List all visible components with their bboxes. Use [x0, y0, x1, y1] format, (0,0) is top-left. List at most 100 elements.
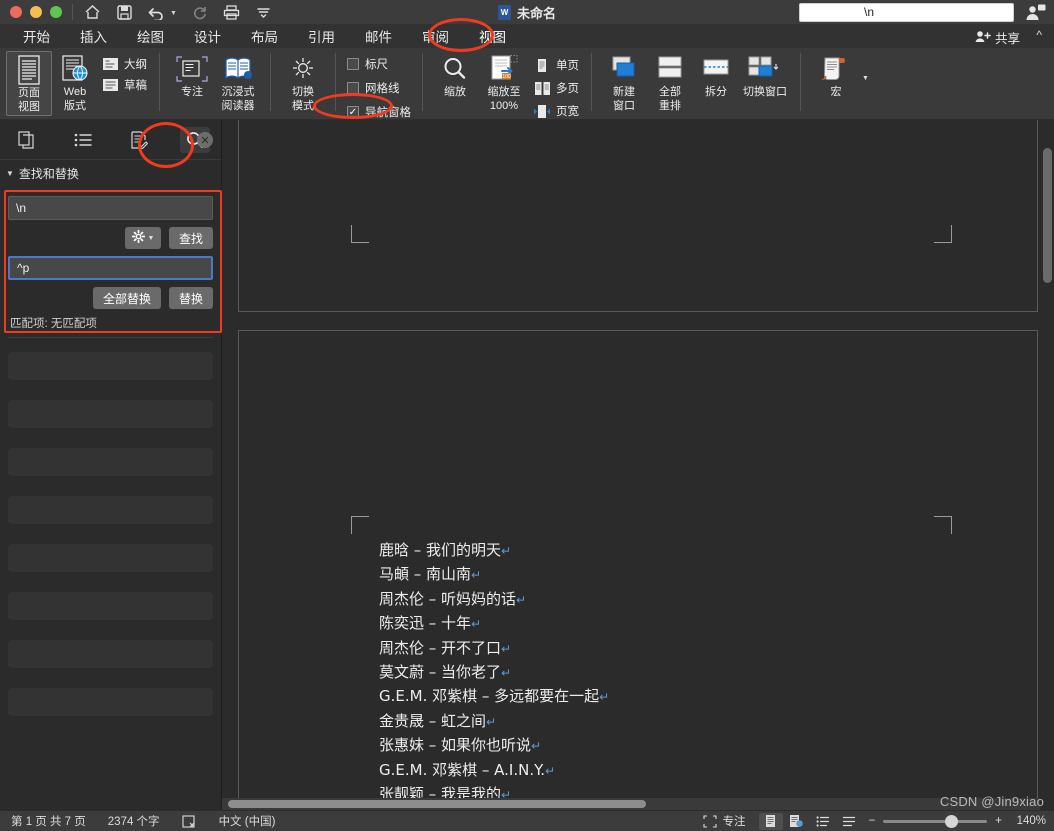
multi-page-button[interactable]: 多页 — [530, 79, 582, 97]
list-item[interactable] — [8, 544, 213, 572]
macro-label: 宏 — [830, 86, 842, 98]
close-icon[interactable]: ✕ — [197, 132, 213, 148]
find-replace-header[interactable]: ▼ 查找和替换 — [0, 160, 221, 186]
close-window-button[interactable] — [10, 6, 22, 18]
word-count[interactable]: 2374 个字 — [97, 813, 171, 829]
replace-all-button[interactable]: 全部替换 — [92, 287, 161, 309]
one-page-icon — [533, 57, 551, 73]
undo-icon[interactable] — [147, 3, 165, 21]
macro-button[interactable]: 宏 — [810, 51, 862, 101]
outline-view-button[interactable] — [811, 813, 835, 830]
tab-review[interactable]: 审阅 — [407, 24, 464, 48]
document-canvas[interactable]: 陈奕迅 – 等你爱我↵ 陈奕迅 – 淘汰↵ 周杰伦 – 简单爱↵ 陈奕迅 – 阴… — [222, 120, 1054, 810]
navigation-pane-checkbox[interactable]: ✓ 导航窗格 — [345, 103, 413, 121]
text-line: 周杰伦 – 开不了口↵ — [379, 638, 512, 657]
zoom-slider-knob[interactable] — [945, 814, 959, 828]
draft-button[interactable]: 草稿 — [98, 76, 150, 94]
list-item[interactable] — [8, 592, 213, 620]
macro-dropdown-caret[interactable]: ▼ — [862, 75, 869, 82]
replace-input[interactable]: ^p — [8, 256, 213, 280]
switch-mode-button[interactable]: 切换 模式 — [280, 51, 326, 114]
list-item[interactable] — [8, 496, 213, 524]
tab-insert[interactable]: 插入 — [65, 24, 122, 48]
undo-dropdown-caret[interactable]: ▼ — [170, 10, 177, 17]
vertical-scrollbar-thumb[interactable] — [1043, 148, 1052, 283]
margin-marker-bottom-right — [934, 225, 952, 243]
list-icon[interactable] — [68, 127, 98, 153]
vertical-scrollbar[interactable] — [1040, 120, 1054, 810]
tab-start[interactable]: 开始 — [8, 24, 65, 48]
customize-toolbar-icon[interactable] — [255, 3, 273, 21]
quick-access-toolbar: ▼ — [83, 3, 273, 21]
new-window-button[interactable]: 新建 窗口 — [601, 51, 647, 114]
replace-button[interactable]: 替换 — [168, 287, 213, 309]
list-item[interactable] — [8, 352, 213, 380]
horizontal-scrollbar[interactable] — [222, 798, 1040, 810]
minimize-window-button[interactable] — [30, 6, 42, 18]
ruler-checkbox[interactable]: 标尺 — [345, 55, 413, 73]
text-line: 陈奕迅 – 十年↵ — [379, 614, 482, 633]
share-button[interactable]: 共享 — [975, 28, 1020, 47]
word-app-icon: W — [497, 4, 511, 20]
print-layout-view-button[interactable] — [758, 812, 783, 830]
tab-draw[interactable]: 绘图 — [122, 24, 179, 48]
text-line: G.E.M. 邓紫棋 – A.I.N.Y.↵ — [379, 760, 556, 779]
zoom-out-button[interactable]: − — [863, 815, 882, 827]
document-page-1: 陈奕迅 – 等你爱我↵ 陈奕迅 – 淘汰↵ 周杰伦 – 简单爱↵ 陈奕迅 – 阴… — [238, 120, 1038, 312]
zoom-level[interactable]: 140% — [1010, 815, 1046, 827]
page-display-column: 单页 多页 页宽 — [530, 51, 582, 120]
print-icon[interactable] — [223, 3, 241, 21]
ribbon-group-macros: 宏 ▼ — [804, 48, 875, 120]
list-item[interactable] — [8, 400, 213, 428]
find-input[interactable]: \n — [8, 196, 213, 220]
zoom-slider[interactable] — [883, 814, 988, 828]
list-item[interactable] — [8, 640, 213, 668]
find-replace-title: 查找和替换 — [18, 167, 79, 181]
tab-view[interactable]: 视图 — [464, 24, 521, 48]
web-layout-button[interactable]: Web 版式 — [52, 51, 98, 114]
language-indicator[interactable]: 中文 (中国) — [208, 813, 287, 829]
watermark: CSDN @Jin9xiao — [939, 794, 1044, 809]
text-line: 莫文蔚 – 当你老了↵ — [379, 663, 512, 682]
find-button[interactable]: 查找 — [168, 227, 213, 249]
home-icon[interactable] — [83, 3, 101, 21]
list-item[interactable] — [8, 448, 213, 476]
document-edit-icon[interactable] — [124, 127, 154, 153]
zoom-in-button[interactable]: + — [989, 815, 1008, 827]
draft-view-button[interactable] — [837, 813, 861, 830]
horizontal-scrollbar-thumb[interactable] — [228, 800, 646, 808]
account-icon[interactable] — [1024, 4, 1046, 22]
focus-mode-button[interactable]: 专注 — [692, 813, 757, 829]
zoom-100-button[interactable]: 100 缩放至 100% — [478, 51, 530, 114]
new-window-icon — [609, 53, 639, 85]
list-item[interactable] — [8, 688, 213, 716]
maximize-window-button[interactable] — [50, 6, 62, 18]
divider — [591, 53, 592, 111]
print-layout-button[interactable]: 页面 视图 — [6, 51, 52, 116]
arrange-all-button[interactable]: 全部 重排 — [647, 51, 693, 114]
web-layout-view-button[interactable] — [785, 813, 809, 830]
search-input[interactable]: \n — [799, 3, 1014, 22]
zoom-button[interactable]: 缩放 — [432, 51, 478, 101]
save-icon[interactable] — [115, 3, 133, 21]
immersive-reader-button[interactable]: 沉浸式 阅读器 — [215, 51, 261, 114]
collapse-ribbon-icon[interactable]: ^ — [1036, 28, 1042, 42]
text-line: 马頔 – 南山南↵ — [379, 565, 482, 584]
tab-design[interactable]: 设计 — [179, 24, 236, 48]
proofing-error-icon[interactable] — [171, 814, 208, 828]
web-layout-icon — [60, 53, 90, 85]
page-indicator[interactable]: 第 1 页 共 7 页 — [0, 813, 97, 829]
gridlines-checkbox[interactable]: 网格线 — [345, 79, 413, 97]
window-controls[interactable] — [0, 6, 62, 18]
split-button[interactable]: 拆分 — [693, 51, 739, 101]
pages-icon[interactable] — [12, 127, 42, 153]
find-options-button[interactable]: ▼ — [124, 227, 161, 249]
outline-button[interactable]: 大纲 — [98, 55, 150, 73]
focus-button[interactable]: 专注 — [169, 51, 215, 101]
page-width-button[interactable]: 页宽 — [530, 102, 582, 120]
tab-layout[interactable]: 布局 — [236, 24, 293, 48]
one-page-button[interactable]: 单页 — [530, 56, 582, 74]
tab-mailings[interactable]: 邮件 — [350, 24, 407, 48]
tab-references[interactable]: 引用 — [293, 24, 350, 48]
switch-windows-button[interactable]: 切换窗口 — [739, 51, 791, 101]
